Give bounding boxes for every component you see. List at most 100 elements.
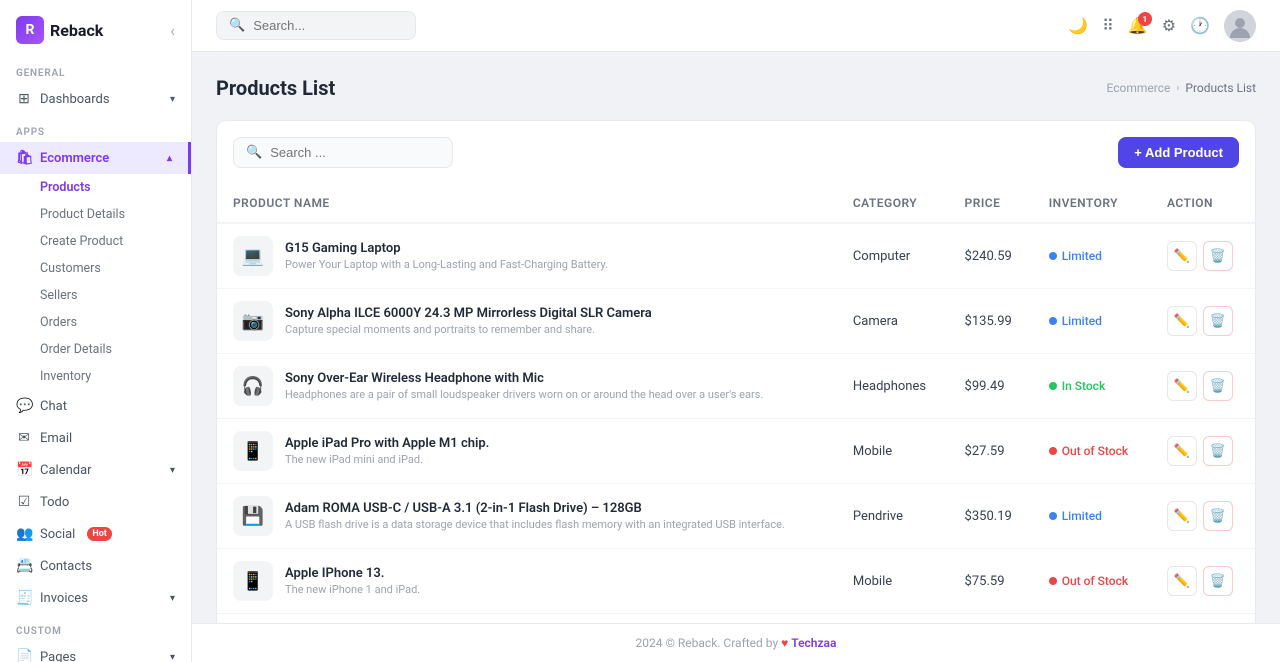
edit-button[interactable]: ✏️ (1167, 501, 1197, 531)
sidebar-item-dashboards[interactable]: ⊞ Dashboards ▾ (0, 83, 191, 115)
logo-icon: R (16, 16, 44, 44)
sidebar-item-contacts-label: Contacts (40, 559, 92, 574)
invoices-icon: 🧾 (16, 590, 32, 606)
product-category: Headphones (837, 354, 949, 419)
user-avatar[interactable] (1224, 10, 1256, 42)
product-name: Sony Alpha ILCE 6000Y 24.3 MP Mirrorless… (285, 306, 652, 321)
sidebar-item-todo[interactable]: ☑ Todo (0, 486, 191, 518)
edit-button[interactable]: ✏️ (1167, 371, 1197, 401)
product-inventory: Limited (1033, 484, 1151, 549)
sidebar-item-email[interactable]: ✉ Email (0, 422, 191, 454)
general-section-label: GENERAL (0, 56, 191, 83)
delete-button[interactable]: 🗑️ (1203, 436, 1233, 466)
inventory-status: Limited (1062, 314, 1102, 328)
sidebar-item-invoices[interactable]: 🧾 Invoices ▾ (0, 582, 191, 614)
sidebar-item-contacts[interactable]: 📇 Contacts (0, 550, 191, 582)
settings-icon[interactable]: ⚙ (1162, 16, 1176, 35)
inventory-dot (1049, 577, 1057, 585)
product-price: $240.59 (949, 223, 1033, 289)
product-description: The new iPad mini and iPad. (285, 453, 489, 466)
page-title: Products List (216, 76, 335, 100)
sidebar-subitem-orders[interactable]: Orders (0, 309, 191, 336)
products-table-card: 🔍 + Add Product Product Name Category Pr… (216, 120, 1256, 623)
custom-section-label: CUSTOM (0, 614, 191, 641)
sidebar-item-social-label: Social (40, 527, 75, 542)
inventory-dot (1049, 252, 1057, 260)
breadcrumb-current: Products List (1185, 81, 1256, 95)
product-description: Capture special moments and portraits to… (285, 323, 652, 336)
product-thumbnail: 💾 (233, 496, 273, 536)
product-actions: ✏️ 🗑️ (1151, 419, 1255, 484)
sidebar-item-pages[interactable]: 📄 Pages ▾ (0, 641, 191, 662)
product-price: $75.59 (949, 549, 1033, 614)
product-inventory: Out of Stock (1033, 419, 1151, 484)
product-name-cell: 💾 Adam ROMA USB-C / USB-A 3.1 (2-in-1 Fl… (217, 484, 837, 549)
sidebar-subitem-sellers[interactable]: Sellers (0, 282, 191, 309)
topnav-search[interactable]: 🔍 (216, 11, 416, 40)
grid-icon[interactable]: ⠿ (1102, 16, 1114, 35)
delete-button[interactable]: 🗑️ (1203, 241, 1233, 271)
delete-button[interactable]: 🗑️ (1203, 371, 1233, 401)
product-actions: ✏️ 🗑️ (1151, 223, 1255, 289)
breadcrumb-separator: › (1176, 83, 1179, 94)
product-name-cell: 📱 Apple IPhone 13. The new iPhone 1 and … (217, 549, 837, 614)
product-name-cell: 🎧 Sony Over-Ear Wireless Headphone with … (217, 354, 837, 419)
sidebar-subitem-order-details[interactable]: Order Details (0, 336, 191, 363)
table-search[interactable]: 🔍 (233, 137, 453, 168)
product-actions: ✏️ 🗑️ (1151, 549, 1255, 614)
col-header-action: Action (1151, 184, 1255, 223)
chevron-down-icon: ▾ (170, 593, 175, 604)
sidebar-item-email-label: Email (40, 431, 72, 446)
edit-button[interactable]: ✏️ (1167, 306, 1197, 336)
chevron-down-icon: ▾ (170, 465, 175, 476)
edit-button[interactable]: ✏️ (1167, 566, 1197, 596)
product-thumbnail: 📱 (233, 431, 273, 471)
sidebar-item-ecommerce[interactable]: 🛍 Ecommerce ▴ (0, 142, 191, 174)
notification-badge: 1 (1138, 12, 1152, 26)
hot-badge: Hot (87, 527, 111, 541)
product-name-cell: 🖥️ Apple Mac Power Your Laptop with a Lo… (217, 614, 837, 624)
topnav-search-input[interactable] (253, 18, 403, 33)
inventory-status: Out of Stock (1062, 574, 1128, 588)
add-product-button[interactable]: + Add Product (1118, 137, 1239, 168)
sidebar-subitem-customers[interactable]: Customers (0, 255, 191, 282)
inventory-status: Limited (1062, 509, 1102, 523)
sidebar-subitem-products[interactable]: Products (0, 174, 191, 201)
table-row: 📱 Apple iPad Pro with Apple M1 chip. The… (217, 419, 1255, 484)
breadcrumb-root: Ecommerce (1107, 81, 1171, 95)
product-category: Mobile (837, 419, 949, 484)
table-search-input[interactable] (270, 145, 440, 160)
product-actions: ✏️ 🗑️ (1151, 614, 1255, 624)
notification-icon[interactable]: 🔔 1 (1128, 16, 1148, 35)
product-description: A USB flash drive is a data storage devi… (285, 518, 785, 531)
edit-button[interactable]: ✏️ (1167, 436, 1197, 466)
sidebar-subitem-inventory[interactable]: Inventory (0, 363, 191, 390)
moon-icon[interactable]: 🌙 (1068, 16, 1088, 35)
inventory-status: Limited (1062, 249, 1102, 263)
inventory-dot (1049, 317, 1057, 325)
heart-icon: ♥ (781, 636, 791, 650)
sidebar-item-chat[interactable]: 💬 Chat (0, 390, 191, 422)
ecommerce-icon: 🛍 (16, 150, 32, 166)
sidebar-item-calendar[interactable]: 📅 Calendar ▾ (0, 454, 191, 486)
edit-button[interactable]: ✏️ (1167, 241, 1197, 271)
sidebar-logo-area: R Reback ‹ (0, 0, 191, 56)
product-name: Adam ROMA USB-C / USB-A 3.1 (2-in-1 Flas… (285, 501, 785, 516)
sidebar-item-social[interactable]: 👥 Social Hot (0, 518, 191, 550)
sidebar-subitem-product-details[interactable]: Product Details (0, 201, 191, 228)
product-description: The new iPhone 1 and iPad. (285, 583, 420, 596)
product-name: G15 Gaming Laptop (285, 241, 608, 256)
breadcrumb: Ecommerce › Products List (1107, 81, 1256, 95)
sidebar-subitem-create-product[interactable]: Create Product (0, 228, 191, 255)
delete-button[interactable]: 🗑️ (1203, 501, 1233, 531)
delete-button[interactable]: 🗑️ (1203, 306, 1233, 336)
sidebar-item-invoices-label: Invoices (40, 591, 88, 606)
sidebar-toggle-icon[interactable]: ‹ (170, 21, 175, 40)
col-header-price: Price (949, 184, 1033, 223)
history-icon[interactable]: 🕐 (1190, 16, 1210, 35)
delete-button[interactable]: 🗑️ (1203, 566, 1233, 596)
product-price: $99.49 (949, 354, 1033, 419)
table-row: 💾 Adam ROMA USB-C / USB-A 3.1 (2-in-1 Fl… (217, 484, 1255, 549)
email-icon: ✉ (16, 430, 32, 446)
table-row: 📷 Sony Alpha ILCE 6000Y 24.3 MP Mirrorle… (217, 289, 1255, 354)
